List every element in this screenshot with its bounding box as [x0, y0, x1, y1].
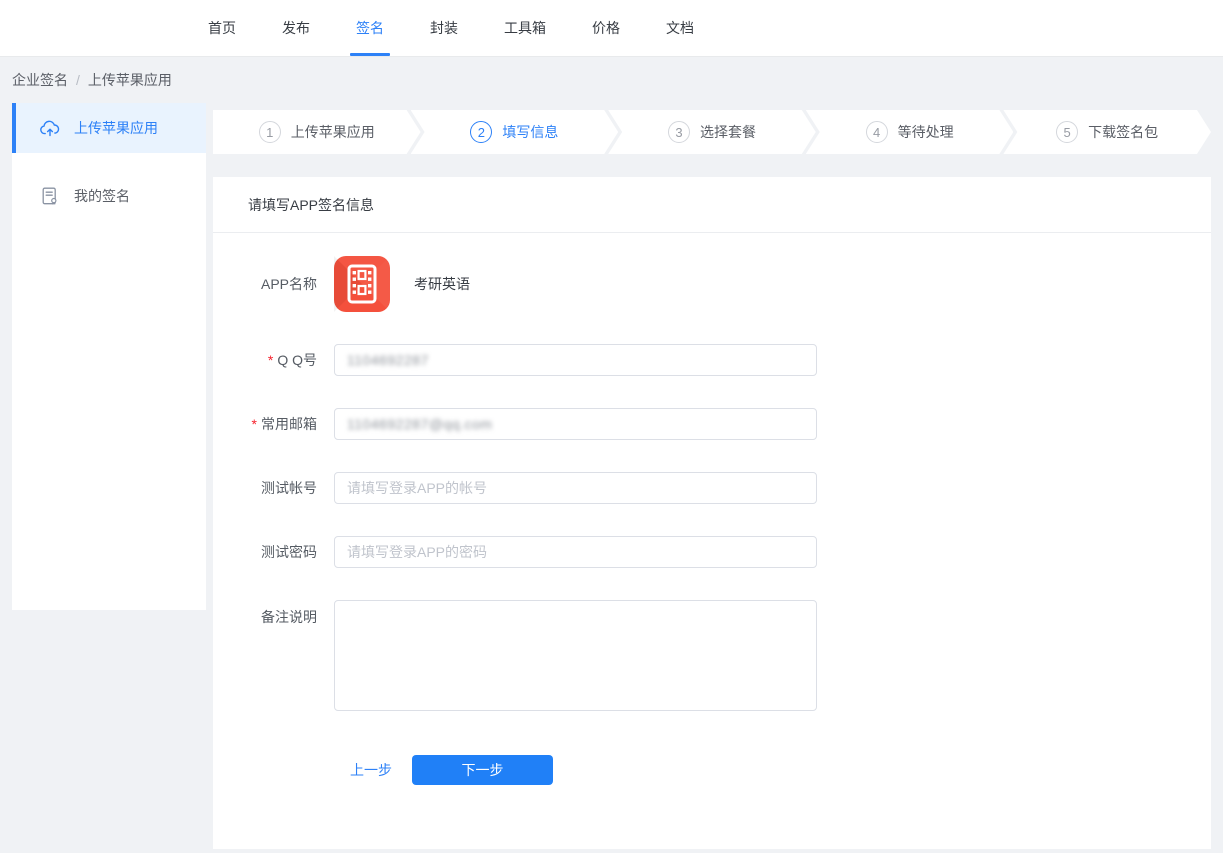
- film-app-icon: [334, 256, 390, 312]
- required-asterisk: *: [252, 416, 257, 432]
- prev-step-link[interactable]: 上一步: [350, 760, 392, 780]
- step-number: 4: [866, 121, 888, 143]
- step-number: 3: [668, 121, 690, 143]
- form-card: 请填写APP签名信息 APP名称: [213, 177, 1211, 849]
- remarks-row: 备注说明: [213, 600, 1211, 711]
- nav-item-publish[interactable]: 发布: [282, 0, 310, 56]
- sidebar-item-label: 我的签名: [74, 186, 130, 206]
- test-account-input[interactable]: [334, 472, 817, 504]
- step-number: 1: [259, 121, 281, 143]
- step-number: 2: [470, 121, 492, 143]
- test-account-row: 测试帐号: [213, 472, 1211, 504]
- step-2-fill-info: 2 填写信息: [411, 110, 619, 154]
- remarks-textarea[interactable]: [334, 600, 817, 711]
- sidebar-item-upload-ios-app[interactable]: 上传苹果应用: [12, 103, 206, 153]
- form-title-text: 请填写APP签名信息: [248, 195, 374, 215]
- breadcrumb-current: 上传苹果应用: [88, 70, 172, 90]
- step-label: 选择套餐: [700, 122, 756, 142]
- step-5-download-package: 5 下载签名包: [1003, 110, 1211, 154]
- signature-form: APP名称: [213, 233, 1211, 785]
- remarks-label: 备注说明: [213, 607, 334, 627]
- app-name-row: APP名称: [213, 256, 1211, 312]
- qq-label: * Q Q号: [213, 344, 334, 376]
- step-3-choose-plan: 3 选择套餐: [608, 110, 816, 154]
- main-content: 1 上传苹果应用 2 填写信息 3 选择套餐 4 等待处理 5 下载签名包: [213, 103, 1211, 853]
- test-account-label: 测试帐号: [213, 472, 334, 504]
- email-masked-value: 1104692287@qq.com: [347, 416, 492, 432]
- breadcrumb: 企业签名 / 上传苹果应用: [0, 57, 1223, 103]
- breadcrumb-parent[interactable]: 企业签名: [12, 70, 68, 90]
- step-1-upload-app: 1 上传苹果应用: [213, 110, 421, 154]
- signature-doc-icon: [40, 186, 60, 206]
- next-step-button[interactable]: 下一步: [412, 755, 553, 785]
- nav-item-docs[interactable]: 文档: [666, 0, 694, 56]
- email-label-text: 常用邮箱: [261, 414, 317, 434]
- test-password-row: 测试密码: [213, 536, 1211, 568]
- step-label: 填写信息: [502, 122, 558, 142]
- sidebar: 上传苹果应用 我的签名: [12, 103, 206, 610]
- top-navbar: 首页 发布 签名 封装 工具箱 价格 文档: [0, 0, 1223, 57]
- nav-item-sign[interactable]: 签名: [356, 0, 384, 56]
- step-label: 上传苹果应用: [291, 122, 375, 142]
- nav-item-price[interactable]: 价格: [592, 0, 620, 56]
- sidebar-item-my-signatures[interactable]: 我的签名: [12, 171, 206, 221]
- sidebar-item-label: 上传苹果应用: [74, 118, 158, 138]
- form-actions: 上一步 下一步: [350, 755, 1211, 785]
- app-name-value: 考研英语: [414, 274, 470, 294]
- nav-item-toolbox[interactable]: 工具箱: [504, 0, 546, 56]
- email-input[interactable]: 1104692287@qq.com: [334, 408, 817, 440]
- qq-label-text: Q Q号: [277, 350, 317, 370]
- step-wizard: 1 上传苹果应用 2 填写信息 3 选择套餐 4 等待处理 5 下载签名包: [213, 110, 1211, 154]
- test-password-label: 测试密码: [213, 536, 334, 568]
- form-title: 请填写APP签名信息: [213, 177, 1211, 233]
- step-label: 等待处理: [898, 122, 954, 142]
- cloud-upload-icon: [40, 118, 60, 138]
- test-password-input[interactable]: [334, 536, 817, 568]
- required-asterisk: *: [268, 352, 273, 368]
- app-name-label: APP名称: [213, 274, 334, 294]
- qq-row: * Q Q号 1104692287: [213, 344, 1211, 376]
- breadcrumb-separator: /: [76, 72, 80, 88]
- step-label: 下载签名包: [1088, 122, 1158, 142]
- qq-input[interactable]: 1104692287: [334, 344, 817, 376]
- step-number: 5: [1056, 121, 1078, 143]
- qq-masked-value: 1104692287: [347, 352, 429, 368]
- step-4-wait-processing: 4 等待处理: [806, 110, 1014, 154]
- email-label: * 常用邮箱: [213, 408, 334, 440]
- email-row: * 常用邮箱 1104692287@qq.com: [213, 408, 1211, 440]
- nav-item-package[interactable]: 封装: [430, 0, 458, 56]
- nav-item-home[interactable]: 首页: [208, 0, 236, 56]
